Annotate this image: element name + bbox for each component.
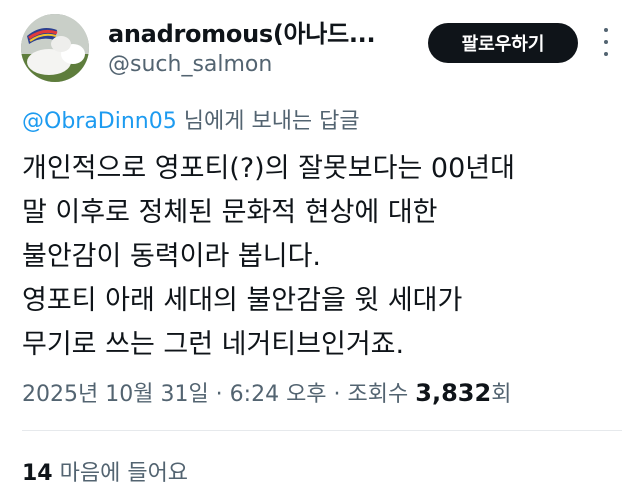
likes-count: 14 — [22, 461, 53, 486]
views-label: 조회수 — [347, 382, 416, 407]
more-vertical-icon[interactable] — [598, 28, 614, 56]
tweet-header: anadromous(아나드... @such_salmon 팔로우하기 — [0, 0, 640, 100]
tweet-meta: 2025년 10월 31일 · 6:24 오후 · 조회수 3,832회 — [22, 376, 511, 408]
meta-separator: · — [326, 382, 348, 407]
tweet-date[interactable]: 2025년 10월 31일 — [22, 382, 209, 407]
meta-separator: · — [208, 382, 230, 407]
likes-row[interactable]: 14 마음에 들어요 — [22, 455, 188, 487]
tweet-body-line: 무기로 쓰는 그런 네거티브인거죠. — [22, 329, 405, 360]
reply-context-label: 님에게 보내는 답글 — [176, 109, 360, 134]
tweet-body: 개인적으로 영포티(?)의 잘못보다는 00년대 말 이후로 정체된 문화적 현… — [22, 147, 622, 367]
more-dot — [604, 40, 608, 44]
avatar-image — [21, 14, 89, 82]
reply-mention-link[interactable]: @ObraDinn05 — [22, 109, 177, 134]
reply-context: @ObraDinn05 님에게 보내는 답글 — [22, 103, 360, 135]
tweet-body-line: 말 이후로 정체된 문화적 현상에 대한 — [22, 197, 438, 228]
views-suffix: 회 — [491, 382, 512, 407]
tweet-time[interactable]: 6:24 오후 — [230, 382, 327, 407]
follow-button[interactable]: 팔로우하기 — [428, 23, 578, 63]
likes-label: 마음에 들어요 — [52, 461, 189, 486]
tweet-body-line: 불안감이 동력이라 봅니다. — [22, 241, 321, 272]
more-dot — [604, 52, 608, 56]
divider — [22, 430, 622, 431]
author-handle[interactable]: @such_salmon — [108, 52, 272, 77]
avatar[interactable] — [21, 14, 89, 82]
more-dot — [604, 28, 608, 32]
views-count: 3,832 — [415, 379, 492, 407]
tweet-body-line: 개인적으로 영포티(?)의 잘못보다는 00년대 — [22, 153, 515, 184]
tweet-body-line: 영포티 아래 세대의 불안감을 윗 세대가 — [22, 285, 463, 316]
author-display-name[interactable]: anadromous(아나드... — [108, 14, 375, 49]
